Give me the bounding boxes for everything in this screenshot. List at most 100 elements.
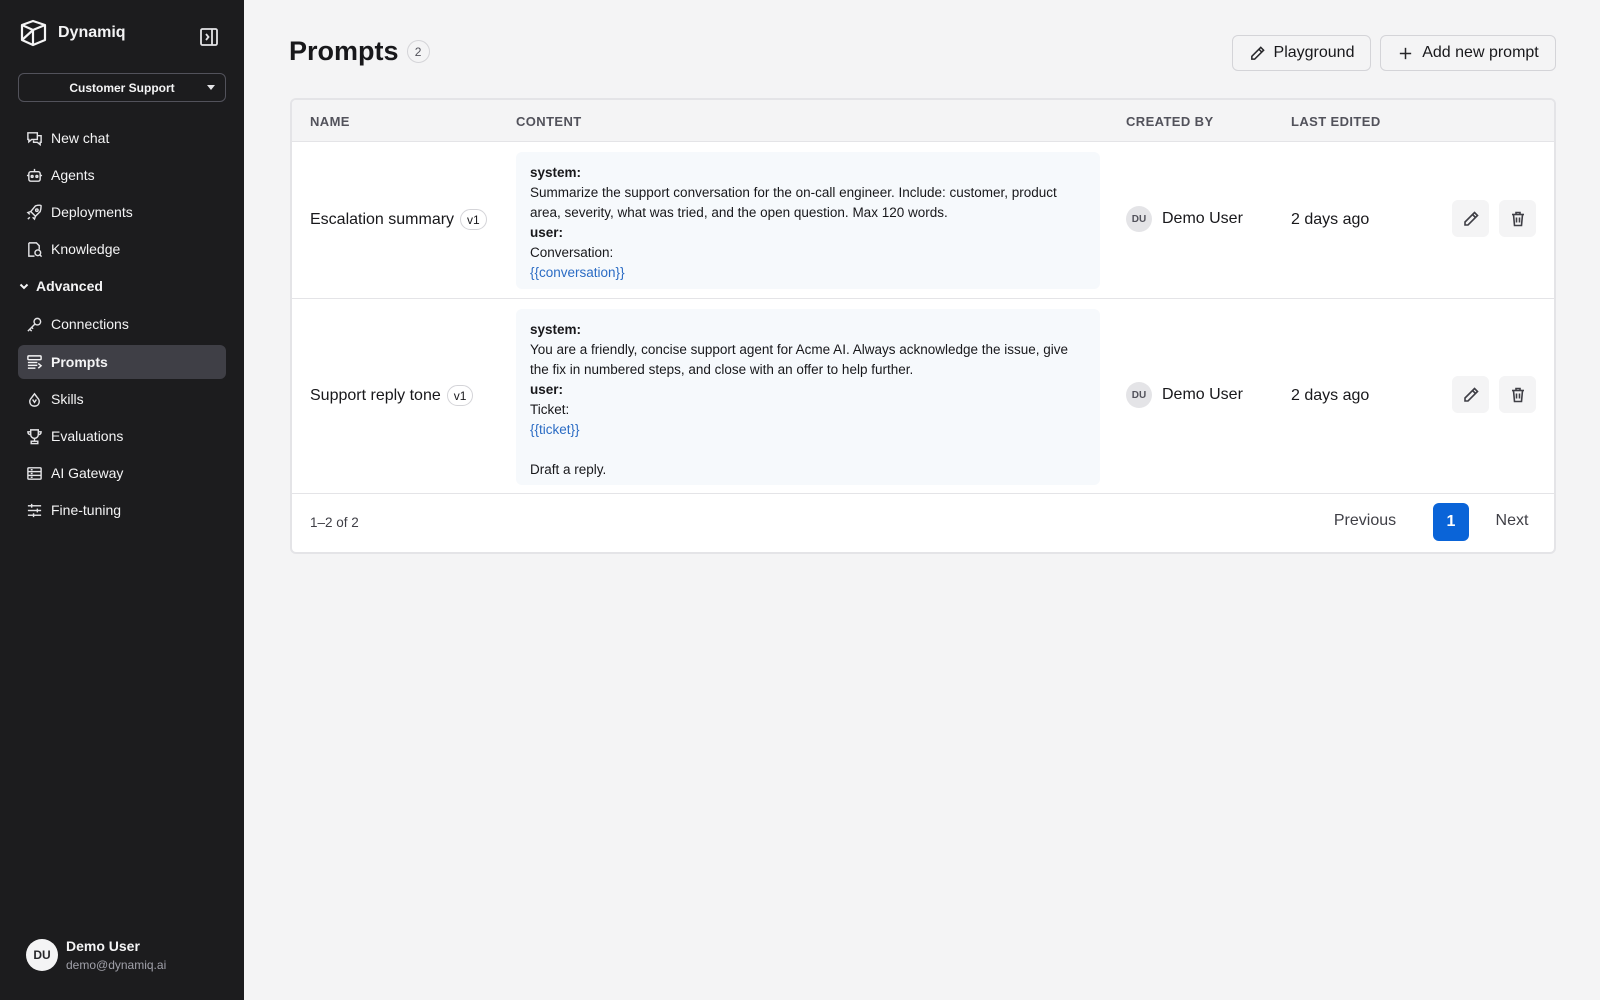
last-edited-cell: 2 days ago — [1291, 211, 1370, 228]
sidebar-item-prompts[interactable]: Prompts — [18, 345, 226, 379]
system-role-label: system: — [530, 322, 582, 337]
add-new-prompt-button[interactable]: Add new prompt — [1380, 35, 1556, 71]
template-variable: {{conversation}} — [530, 265, 625, 280]
delete-button[interactable] — [1499, 200, 1536, 237]
workspace-selector[interactable]: Customer Support — [18, 73, 226, 102]
page-title: Prompts — [289, 36, 399, 66]
collapse-sidebar-button[interactable] — [198, 26, 220, 48]
last-edited-cell: 2 days ago — [1291, 387, 1370, 404]
prompt-content: system: Summarize the support conversati… — [516, 152, 1100, 289]
sliders-icon — [27, 503, 42, 517]
chevron-down-icon — [19, 283, 29, 290]
version-badge: v1 — [460, 209, 487, 230]
user-name: Demo User — [66, 938, 140, 954]
column-header-created-by[interactable]: CREATED BY — [1126, 114, 1214, 129]
sidebar-item-deployments[interactable]: Deployments — [18, 195, 226, 229]
chat-icon — [27, 131, 42, 146]
sidebar-item-connections[interactable]: Connections — [18, 307, 226, 341]
user-message-line: Draft a reply. — [530, 462, 607, 477]
prompt-content: system: You are a friendly, concise supp… — [516, 309, 1100, 485]
delete-button[interactable] — [1499, 376, 1536, 413]
caret-down-icon — [207, 85, 215, 90]
creator-name: Demo User — [1162, 386, 1243, 403]
brand[interactable]: Dynamiq — [18, 18, 126, 48]
edit-button[interactable] — [1452, 200, 1489, 237]
sidebar-item-label: AI Gateway — [51, 465, 124, 481]
trash-icon — [1511, 387, 1524, 402]
trash-icon — [1511, 211, 1524, 226]
playground-button[interactable]: Playground — [1232, 35, 1371, 71]
pencil-icon — [1250, 45, 1265, 60]
column-header-content[interactable]: CONTENT — [516, 114, 582, 129]
version-badge: v1 — [446, 385, 474, 406]
previous-page-button[interactable]: Previous — [1320, 503, 1410, 539]
system-message: Summarize the support conversation for t… — [530, 185, 1057, 220]
edit-button[interactable] — [1452, 376, 1489, 413]
workspace-label: Customer Support — [69, 80, 175, 95]
sidebar-item-ai-gateway[interactable]: AI Gateway — [18, 456, 226, 490]
prompts-icon — [27, 354, 43, 369]
add-new-prompt-label: Add new prompt — [1422, 44, 1539, 61]
avatar: DU — [1126, 206, 1152, 232]
sidebar-item-new-chat[interactable]: New chat — [18, 121, 226, 155]
knowledge-icon — [28, 241, 43, 257]
page-header: Prompts 2 — [289, 36, 430, 67]
sidebar-item-label: Knowledge — [51, 241, 121, 257]
sidebar-item-knowledge[interactable]: Knowledge — [18, 232, 226, 266]
creator-name: Demo User — [1162, 210, 1243, 227]
system-role-label: system: — [530, 165, 582, 180]
avatar: DU — [26, 939, 58, 971]
pagination-range: 1–2 of 2 — [310, 515, 359, 530]
table-row[interactable]: Support reply tone v1 system: You are a … — [292, 299, 1554, 494]
sidebar-item-agents[interactable]: Agents — [18, 158, 226, 192]
column-header-name[interactable]: NAME — [310, 114, 350, 129]
key-icon — [27, 317, 42, 332]
template-variable: {{ticket}} — [530, 422, 580, 437]
prompt-name-cell[interactable]: Support reply tone v1 — [310, 385, 474, 406]
playground-label: Playground — [1273, 44, 1355, 61]
created-by-cell: DU Demo User — [1126, 206, 1243, 232]
skills-icon — [29, 392, 40, 407]
user-message-line: Conversation: — [530, 245, 614, 260]
sidebar-item-skills[interactable]: Skills — [18, 382, 226, 416]
user-email: demo@dynamiq.ai — [66, 958, 167, 972]
sidebar-item-label: Prompts — [51, 354, 108, 370]
created-by-cell: DU Demo User — [1126, 382, 1243, 408]
avatar: DU — [1126, 382, 1152, 408]
sidebar-item-label: Agents — [51, 167, 95, 183]
sidebar-item-fine-tuning[interactable]: Fine-tuning — [18, 493, 226, 527]
column-header-last-edited[interactable]: LAST EDITED — [1291, 114, 1381, 129]
user-role-label: user: — [530, 382, 564, 397]
sidebar-item-label: Fine-tuning — [51, 502, 122, 518]
sidebar-item-label: Skills — [51, 391, 84, 407]
prompt-name-cell[interactable]: Escalation summary v1 — [310, 209, 487, 230]
pencil-icon — [1463, 210, 1479, 226]
user-role-label: user: — [530, 225, 564, 240]
advanced-section-label: Advanced — [36, 278, 103, 294]
robot-icon — [26, 168, 43, 182]
sidebar-item-evaluations[interactable]: Evaluations — [18, 419, 226, 453]
user-message-line: Ticket: — [530, 402, 570, 417]
dynamiq-logo-icon — [20, 19, 47, 47]
sidebar-toggle-icon — [200, 28, 218, 46]
sidebar-item-label: Evaluations — [51, 428, 124, 444]
prompt-name: Support reply tone — [310, 386, 441, 404]
pencil-icon — [1463, 386, 1479, 402]
user-profile[interactable]: DU Demo User demo@dynamiq.ai — [26, 938, 166, 972]
rocket-icon — [26, 203, 42, 220]
table-row[interactable]: Escalation summary v1 system: Summarize … — [292, 142, 1554, 299]
sidebar-item-label: Deployments — [51, 204, 133, 220]
system-message: You are a friendly, concise support agen… — [530, 342, 1069, 377]
advanced-section-toggle[interactable]: Advanced — [18, 278, 103, 294]
sidebar-item-label: New chat — [51, 130, 110, 146]
sidebar: Dynamiq Customer Support New chat Agents… — [0, 0, 244, 1000]
next-page-button[interactable]: Next — [1482, 503, 1542, 539]
trophy-icon — [27, 428, 42, 444]
count-badge: 2 — [406, 40, 430, 63]
sidebar-item-label: Connections — [51, 316, 129, 332]
table-header: NAME CONTENT CREATED BY LAST EDITED — [292, 100, 1554, 142]
prompts-table: NAME CONTENT CREATED BY LAST EDITED Esca… — [290, 98, 1556, 554]
prompt-name: Escalation summary — [310, 210, 455, 228]
page-1-button[interactable]: 1 — [1433, 503, 1469, 541]
